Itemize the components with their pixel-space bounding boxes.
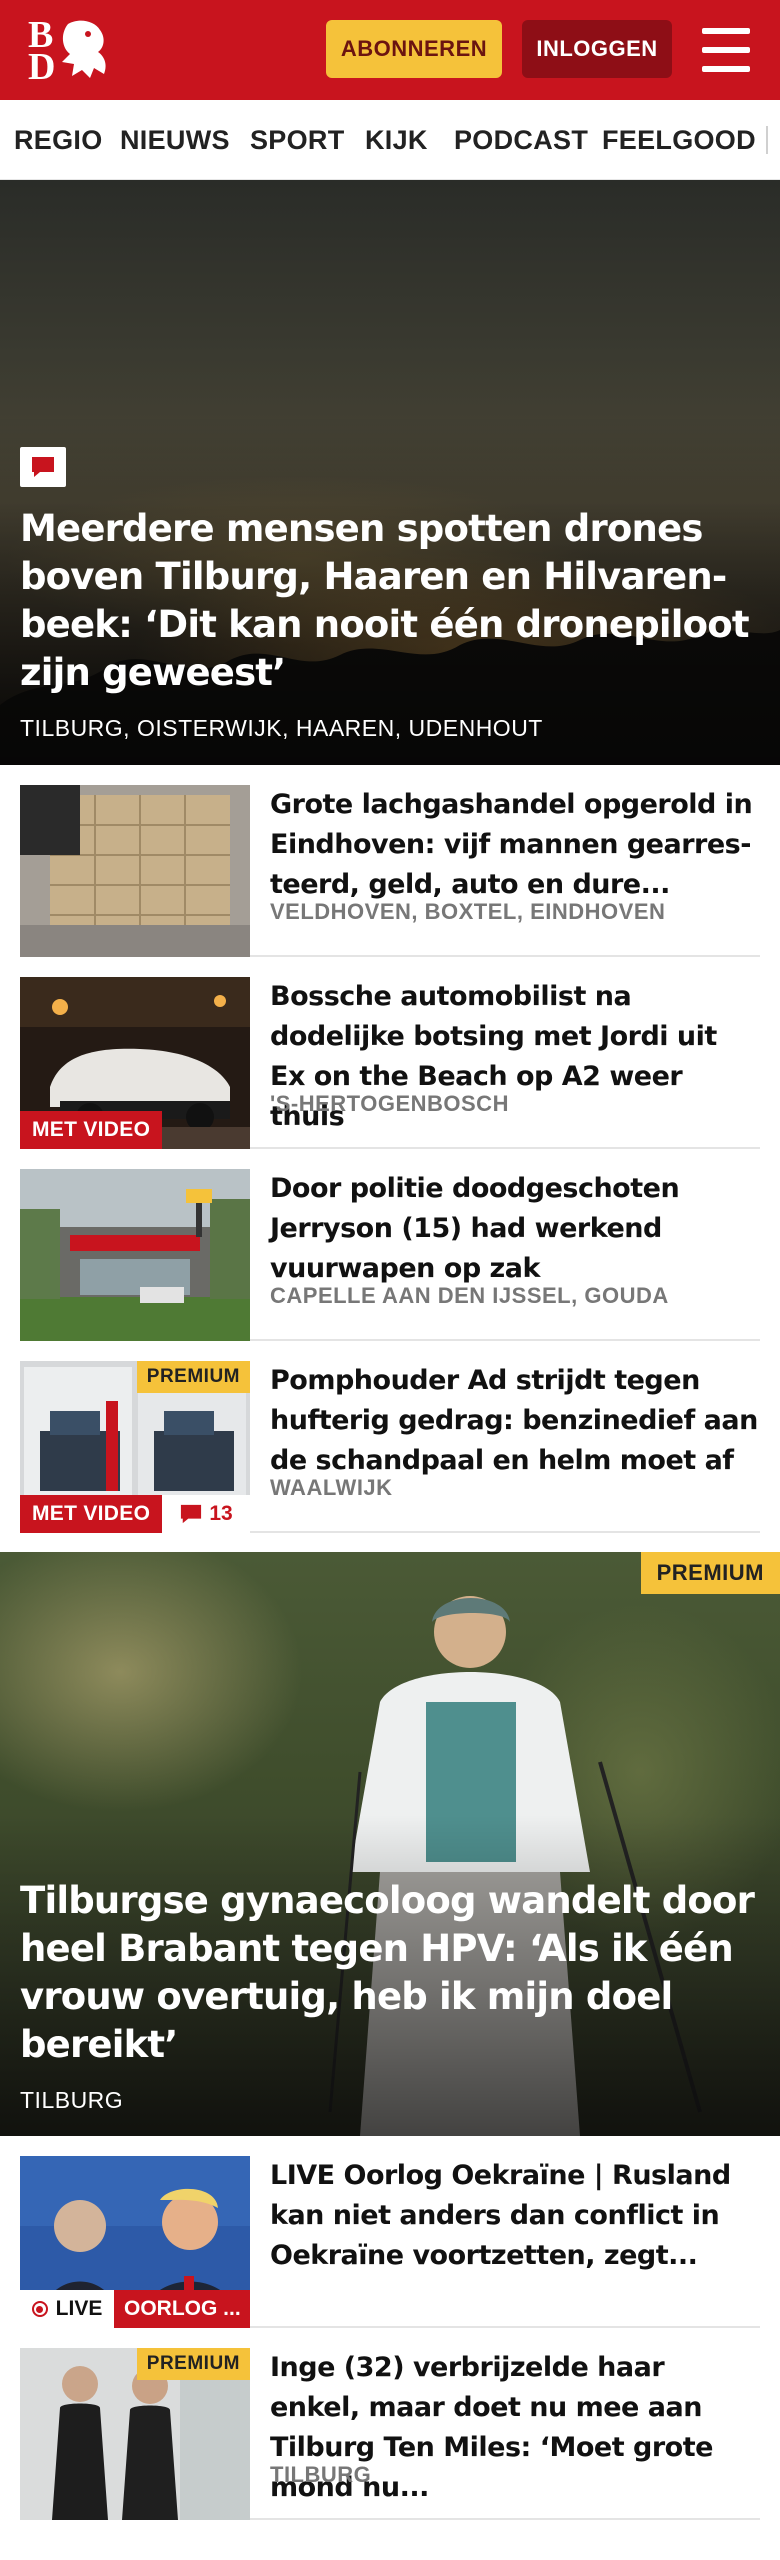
feature-title: Tilburgse gynaecoloog wandelt door heel … [20, 1879, 755, 2066]
hero-article[interactable]: Meerdere mensen spotten drones boven Til… [0, 180, 780, 765]
article-location: WAALWIJK [270, 1475, 393, 1500]
comment-icon [181, 1504, 202, 1524]
article-location: CAPELLE AAN DEN IJSSEL, GOUDA [270, 1283, 669, 1308]
section-nav: REGIO NIEUWS SPORT KIJK PODCAST FEELGOOD [0, 100, 780, 180]
comment-count-badge: 13 [162, 1495, 250, 1533]
premium-badge: PREMIUM [640, 1552, 780, 1594]
nav-item-sport[interactable]: SPORT [250, 100, 345, 179]
premium-badge: PREMIUM [136, 1361, 250, 1393]
subscribe-button[interactable]: ABONNEREN [326, 20, 502, 78]
list-item[interactable]: Door politie doodgeschoten Jerryson (15)… [20, 1149, 760, 1341]
article-location: 'S-HERTOGENBOSCH [270, 1091, 509, 1116]
top-header: B D ABONNEREN INLOGGEN [0, 0, 780, 100]
logo-letter-d: D [28, 46, 56, 88]
article-location: TILBURG [270, 2462, 372, 2487]
premium-badge: PREMIUM [136, 2348, 250, 2380]
video-badge: MET VIDEO [20, 1495, 163, 1533]
article-title: Door politie doodgeschoten Jerryson (15)… [270, 1173, 680, 1284]
feature-article[interactable]: PREMIUM Tilburgse gynaecoloog wandelt do… [0, 1552, 780, 2136]
article-thumbnail: MET VIDEO [20, 977, 250, 1149]
article-thumbnail [20, 1169, 250, 1341]
list-item[interactable]: MET VIDEO Bossche automobilist na dodeli… [20, 957, 760, 1149]
video-badge: MET VIDEO [20, 1111, 163, 1149]
article-thumbnail: LIVE OORLOG ... [20, 2156, 250, 2328]
nav-item-kijk[interactable]: KIJK [365, 100, 428, 179]
article-thumbnail: PREMIUM MET VIDEO 13 [20, 1361, 250, 1533]
live-label: LIVE [55, 2297, 103, 2320]
list-item[interactable]: Grote lachgashandel opgerold in Eindhove… [20, 765, 760, 957]
bd-logo[interactable]: B D [26, 14, 116, 86]
article-thumbnail [20, 785, 250, 957]
list-item[interactable]: LIVE OORLOG ... LIVE Oorlog Oekraïne | R… [20, 2136, 760, 2328]
list-item[interactable]: PREMIUM Inge (32) verbrijzelde haar enke… [20, 2328, 760, 2520]
topic-label: OORLOG ... [114, 2290, 250, 2328]
feature-location: TILBURG [20, 2087, 124, 2113]
lion-emblem-icon [62, 20, 106, 78]
article-title: Grote lachgashandel opgerold in Eindhove… [270, 789, 753, 900]
article-title: Pomphouder Ad strijdt tegen hufterig ged… [270, 1365, 758, 1476]
nav-item-podcast[interactable]: PODCAST [454, 100, 588, 179]
nav-item-nieuws[interactable]: NIEUWS [120, 100, 230, 179]
live-indicator: LIVE [20, 2290, 114, 2328]
live-label-bar: LIVE OORLOG ... [20, 2290, 250, 2328]
hamburger-menu-icon[interactable] [696, 22, 756, 78]
comment-count: 13 [209, 1502, 233, 1525]
nav-item-feelgood[interactable]: FEELGOOD [602, 100, 756, 179]
hero-title: Meerdere mensen spotten drones boven Til… [20, 507, 750, 694]
login-button[interactable]: INLOGGEN [522, 20, 672, 78]
article-thumbnail: PREMIUM [20, 2348, 250, 2520]
nav-overflow-indicator [766, 126, 768, 154]
nav-item-regio[interactable]: REGIO [14, 100, 103, 179]
comment-icon [20, 447, 66, 487]
live-dot-icon [31, 2301, 48, 2317]
article-location: VELDHOVEN, BOXTEL, EINDHOVEN [270, 899, 666, 924]
hero-location: TILBURG, OISTERWIJK, HAAREN, UDENHOUT [20, 715, 543, 741]
list-item[interactable]: PREMIUM MET VIDEO 13 Pomphouder Ad strij… [20, 1341, 760, 1533]
article-title: LIVE Oorlog Oekraïne | Rusland kan niet … [270, 2160, 731, 2271]
